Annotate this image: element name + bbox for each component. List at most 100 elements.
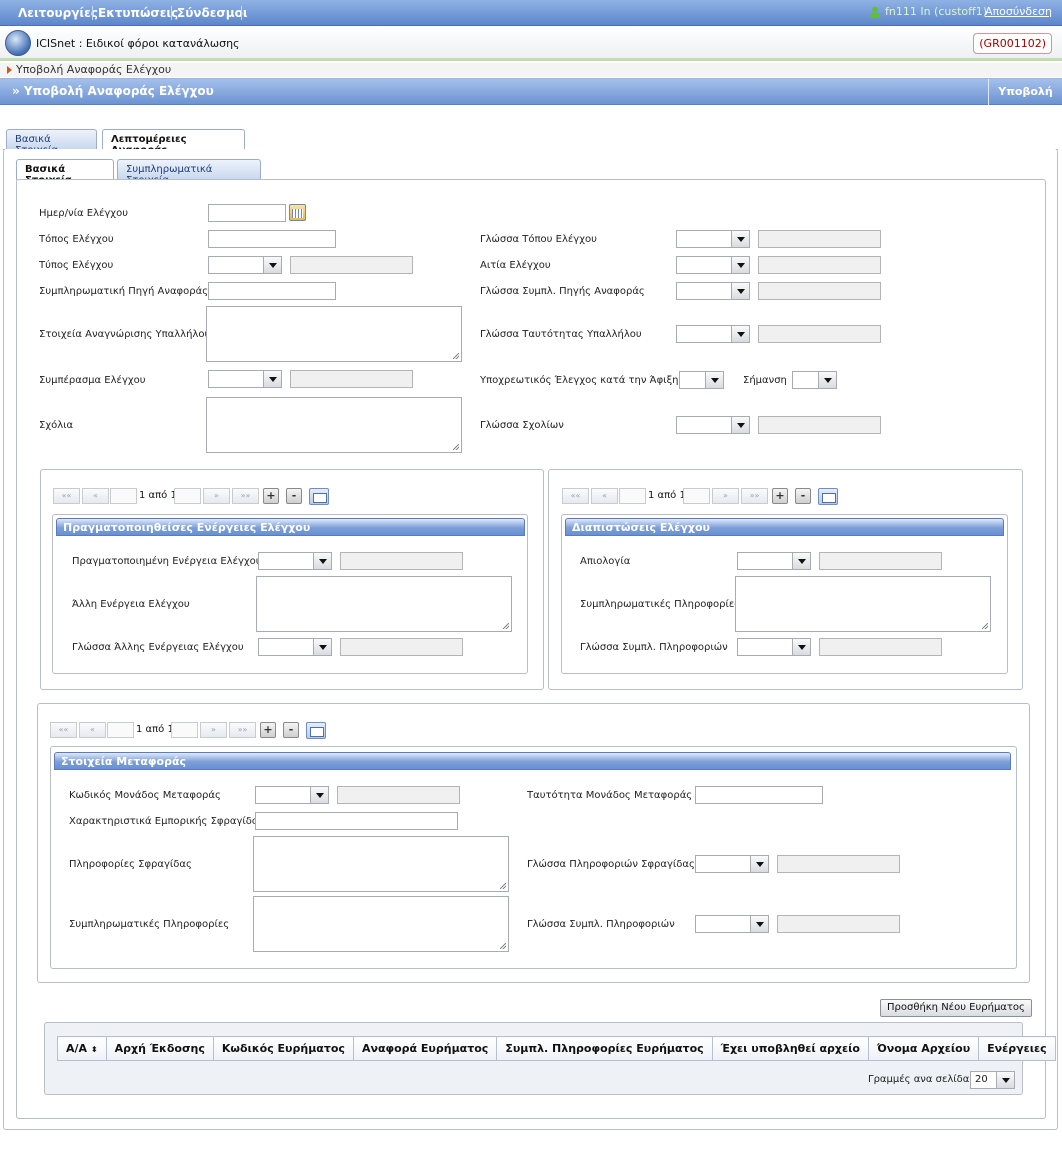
other-action-textarea[interactable] xyxy=(256,576,512,632)
pager-page-input[interactable] xyxy=(110,488,137,504)
chevron-down-icon[interactable] xyxy=(313,553,331,569)
rows-per-page-select[interactable]: 20 xyxy=(970,1071,1015,1089)
pager-first-button[interactable]: «« xyxy=(53,488,80,504)
page-title-bar: » Υποβολή Αναφοράς Ελέγχου Υποβολή xyxy=(0,78,1062,105)
justification-label: Απιολογία xyxy=(580,556,631,567)
column-header-file-name[interactable]: Όνομα Αρχείου xyxy=(867,1036,980,1061)
other-action-language-select[interactable] xyxy=(258,638,332,656)
transport-supplementary-info-textarea[interactable] xyxy=(253,896,509,952)
column-header-actions[interactable]: Ενέργειες xyxy=(978,1036,1056,1061)
unit-identity-input[interactable] xyxy=(695,786,823,804)
chevron-down-icon[interactable] xyxy=(731,257,749,273)
supplementary-source-input[interactable] xyxy=(208,282,336,300)
tab-report-details[interactable]: Λεπτομέρειες Αναφοράς xyxy=(102,129,245,156)
window-icon[interactable] xyxy=(306,722,326,739)
menu-prints[interactable]: Εκτυπώσεις xyxy=(98,6,178,20)
menu-links[interactable]: Σύνδεσμοι xyxy=(177,6,248,20)
chevron-down-icon[interactable] xyxy=(792,553,810,569)
chevron-down-icon[interactable] xyxy=(818,372,836,388)
place-language-select[interactable] xyxy=(676,230,750,248)
add-row-button[interactable]: + xyxy=(260,722,276,738)
chevron-down-icon[interactable] xyxy=(705,372,723,388)
seal-info-language-description xyxy=(777,855,900,873)
unit-code-select[interactable] xyxy=(255,786,329,804)
pager-page-input[interactable] xyxy=(171,722,198,738)
pager-page-input[interactable] xyxy=(107,722,134,738)
chevron-down-icon[interactable] xyxy=(310,787,328,803)
tab-basic-info[interactable]: Βασικά Στοιχεία xyxy=(6,129,97,156)
source-language-select[interactable] xyxy=(676,282,750,300)
comments-textarea[interactable] xyxy=(206,397,462,453)
column-header-finding-report[interactable]: Αναφορά Ευρήματος xyxy=(352,1036,498,1061)
pager-page-input[interactable] xyxy=(174,488,201,504)
pager-page-input[interactable] xyxy=(619,488,646,504)
comments-language-select[interactable] xyxy=(676,416,750,434)
chevron-down-icon[interactable] xyxy=(263,371,281,387)
action-select[interactable] xyxy=(258,552,332,570)
window-icon[interactable] xyxy=(818,488,838,505)
seal-info-textarea[interactable] xyxy=(253,836,509,892)
employee-id-textarea[interactable] xyxy=(206,306,462,362)
pager-first-button[interactable]: «« xyxy=(50,722,77,738)
chevron-down-icon[interactable] xyxy=(731,283,749,299)
pager-last-button[interactable]: »» xyxy=(232,488,259,504)
chevron-down-icon[interactable] xyxy=(750,856,768,872)
pager-first-button[interactable]: «« xyxy=(562,488,589,504)
tab-inner-supplementary[interactable]: Συμπληρωματικά Στοιχεία xyxy=(117,159,261,186)
justification-select[interactable] xyxy=(737,552,811,570)
calendar-icon[interactable] xyxy=(289,204,306,221)
tab-inner-basic[interactable]: Βασικά Στοιχεία xyxy=(16,159,114,186)
remove-row-button[interactable]: - xyxy=(795,488,811,504)
transport-supplementary-info-language-select[interactable] xyxy=(695,915,769,933)
pager-next-button[interactable]: » xyxy=(200,722,227,738)
column-header-file-submitted[interactable]: Έχει υποβληθεί αρχείο xyxy=(711,1036,869,1061)
submit-button[interactable]: Υποβολή xyxy=(988,79,1062,105)
chevron-down-icon[interactable] xyxy=(313,639,331,655)
column-header-finding-code[interactable]: Κωδικός Ευρήματος xyxy=(212,1036,354,1061)
mandatory-arrival-select[interactable] xyxy=(679,371,724,389)
control-place-label: Τόπος Ελέγχου xyxy=(39,234,114,245)
supplementary-info-textarea[interactable] xyxy=(735,576,991,632)
pager-next-button[interactable]: » xyxy=(203,488,230,504)
logout-link[interactable]: Αποσύνδεση xyxy=(985,5,1052,18)
chevron-down-icon[interactable] xyxy=(996,1072,1014,1088)
add-row-button[interactable]: + xyxy=(263,488,279,504)
chevron-down-icon[interactable] xyxy=(731,231,749,247)
supplementary-info-language-select[interactable] xyxy=(737,638,811,656)
pager-prev-button[interactable]: « xyxy=(591,488,618,504)
chevron-down-icon[interactable] xyxy=(731,417,749,433)
column-header-finding-supplementary-info[interactable]: Συμπλ. Πληροφορίες Ευρήματος xyxy=(496,1036,713,1061)
column-header-aa[interactable]: Α/Α ⬍ xyxy=(57,1036,107,1061)
control-type-select[interactable] xyxy=(208,256,282,274)
marking-label: Σήμανση xyxy=(743,375,787,386)
chevron-down-icon[interactable] xyxy=(750,916,768,932)
pager-last-button[interactable]: »» xyxy=(229,722,256,738)
pager-prev-button[interactable]: « xyxy=(82,488,109,504)
marking-select[interactable] xyxy=(792,371,837,389)
column-header-issuing-authority[interactable]: Αρχή Έκδοσης xyxy=(105,1036,214,1061)
pager-prev-button[interactable]: « xyxy=(79,722,106,738)
place-language-description xyxy=(758,230,881,248)
chevron-down-icon[interactable] xyxy=(731,326,749,342)
employee-language-select[interactable] xyxy=(676,325,750,343)
menu-functions[interactable]: Λειτουργίες xyxy=(18,6,98,20)
control-place-input[interactable] xyxy=(208,230,336,248)
sort-icon[interactable]: ⬍ xyxy=(91,1045,98,1054)
window-icon[interactable] xyxy=(309,488,329,505)
remove-row-button[interactable]: - xyxy=(286,488,302,504)
reason-select[interactable] xyxy=(676,256,750,274)
breadcrumb-item[interactable]: Υποβολή Αναφοράς Ελέγχου xyxy=(16,63,171,76)
control-date-input[interactable] xyxy=(208,204,286,222)
seal-features-input[interactable] xyxy=(255,812,458,830)
chevron-down-icon[interactable] xyxy=(792,639,810,655)
findings-table: Α/Α ⬍ Αρχή Έκδοσης Κωδικός Ευρήματος Ανα… xyxy=(57,1036,1056,1061)
control-result-select[interactable] xyxy=(208,370,282,388)
pager-last-button[interactable]: »» xyxy=(741,488,768,504)
pager-next-button[interactable]: » xyxy=(712,488,739,504)
remove-row-button[interactable]: - xyxy=(283,722,299,738)
seal-info-language-select[interactable] xyxy=(695,855,769,873)
add-new-finding-button[interactable]: Προσθήκη Νέου Ευρήματος xyxy=(880,999,1032,1017)
chevron-down-icon[interactable] xyxy=(263,257,281,273)
add-row-button[interactable]: + xyxy=(772,488,788,504)
pager-page-input[interactable] xyxy=(683,488,710,504)
